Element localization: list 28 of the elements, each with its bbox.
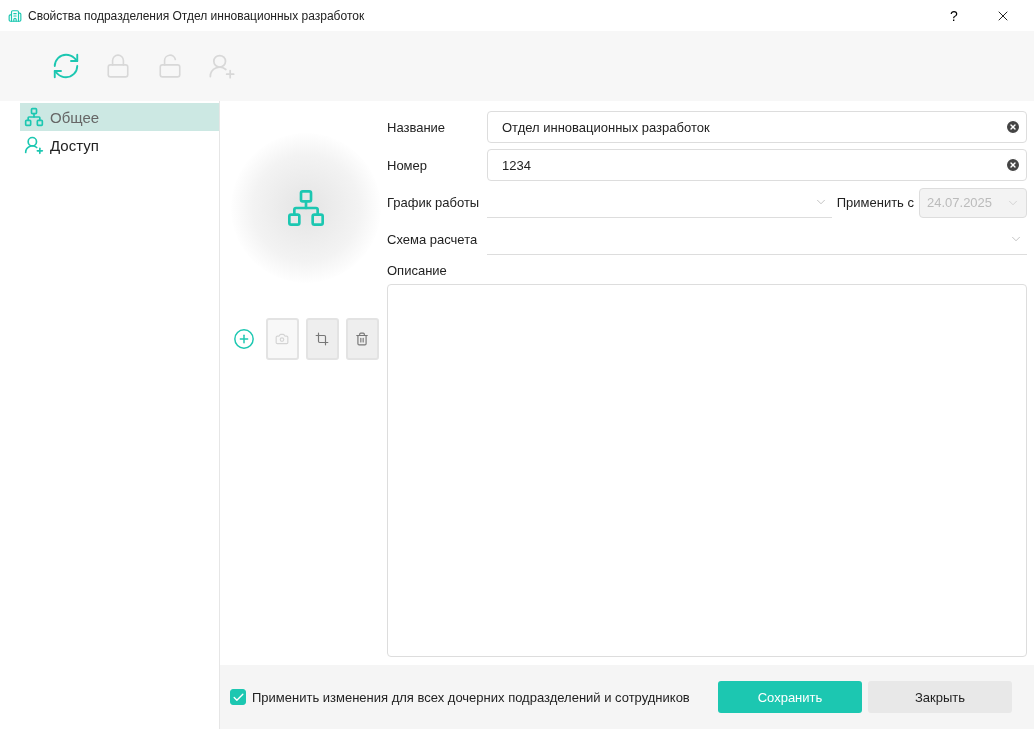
checkbox-label: Применить изменения для всех дочерних подразделений и сотрудников	[252, 689, 690, 705]
hierarchy-icon	[24, 107, 44, 127]
description-field[interactable]	[387, 284, 1027, 657]
user-add-icon	[24, 135, 44, 155]
help-button[interactable]: ?	[934, 1, 974, 30]
window-title: Свойства подразделения Отдел инновационных разработок	[28, 8, 366, 23]
field-label: Название	[387, 119, 447, 135]
close-button[interactable]: Закрыть	[868, 681, 1012, 713]
field-label: Номер	[387, 157, 428, 173]
sidebar-item-label: Доступ	[50, 136, 99, 154]
field-label: Схема расчета	[387, 232, 479, 247]
field-label: Применить с	[836, 195, 914, 210]
hierarchy-icon	[285, 188, 326, 228]
field-label: График работы	[387, 195, 481, 210]
trash-button[interactable]	[345, 318, 379, 360]
sidebar-item[interactable]: Общее	[20, 103, 219, 131]
sidebar-item-label: Общее	[50, 108, 100, 126]
camera-icon	[275, 332, 289, 346]
add-button[interactable]	[232, 328, 255, 350]
building-icon	[8, 8, 22, 23]
field-label: Описание	[387, 263, 448, 278]
input-field[interactable]: 1234	[487, 149, 1027, 181]
crop-button[interactable]	[305, 318, 339, 360]
crop-icon	[315, 332, 329, 346]
trash-icon	[355, 332, 369, 346]
sidebar-item[interactable]: Доступ	[20, 131, 219, 159]
input-field[interactable]: Отдел инновационных разработок	[487, 111, 1027, 143]
checkbox[interactable]	[230, 689, 246, 705]
